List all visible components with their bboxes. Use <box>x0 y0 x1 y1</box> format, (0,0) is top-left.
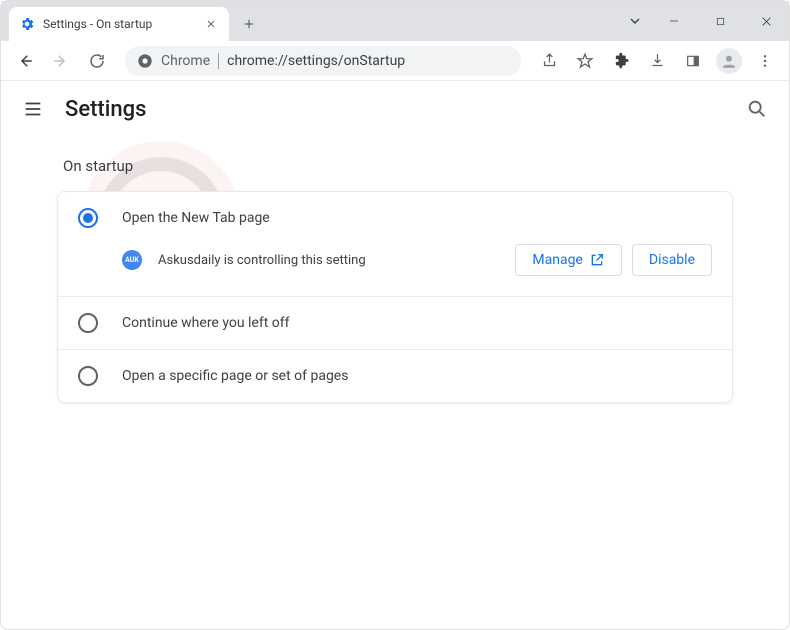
extension-notice-row: AUK Askusdaily is controlling this setti… <box>58 244 732 296</box>
settings-header: Settings <box>1 81 789 137</box>
radio-icon <box>78 366 98 386</box>
back-button[interactable] <box>9 45 41 77</box>
radio-specific-page[interactable]: Open a specific page or set of pages <box>58 350 732 402</box>
extensions-icon[interactable] <box>605 45 637 77</box>
radio-icon <box>78 313 98 333</box>
share-icon[interactable] <box>533 45 565 77</box>
disable-button[interactable]: Disable <box>632 244 712 276</box>
open-external-icon <box>589 252 605 268</box>
url-prefix: Chrome <box>161 53 210 69</box>
manage-button[interactable]: Manage <box>515 244 621 276</box>
browser-toolbar: Chrome chrome://settings/onStartup <box>1 41 789 81</box>
radio-label: Open the New Tab page <box>122 210 270 226</box>
page-title: Settings <box>65 97 146 122</box>
forward-button[interactable] <box>45 45 77 77</box>
maximize-button[interactable] <box>697 5 743 37</box>
radio-icon <box>78 208 98 228</box>
hamburger-icon[interactable] <box>21 97 45 121</box>
reload-button[interactable] <box>81 45 113 77</box>
tab-strip: Settings - On startup <box>1 1 789 41</box>
url-text: chrome://settings/onStartup <box>227 53 405 69</box>
profile-avatar[interactable] <box>713 45 745 77</box>
gear-icon <box>19 16 35 32</box>
section-title: On startup <box>57 157 733 175</box>
menu-icon[interactable] <box>749 45 781 77</box>
radio-label: Continue where you left off <box>122 315 290 331</box>
extension-icon: AUK <box>122 250 142 270</box>
close-icon[interactable] <box>203 16 219 32</box>
url-divider <box>218 53 219 69</box>
radio-open-new-tab[interactable]: Open the New Tab page <box>58 192 732 244</box>
tab-title: Settings - On startup <box>43 17 152 31</box>
download-icon[interactable] <box>641 45 673 77</box>
radio-continue[interactable]: Continue where you left off <box>58 297 732 349</box>
close-window-button[interactable] <box>743 5 789 37</box>
minimize-button[interactable] <box>651 5 697 37</box>
startup-card: Open the New Tab page AUK Askusdaily is … <box>57 191 733 403</box>
tab-search-button[interactable] <box>619 5 651 37</box>
radio-label: Open a specific page or set of pages <box>122 368 348 384</box>
address-bar[interactable]: Chrome chrome://settings/onStartup <box>125 46 521 76</box>
chrome-icon <box>137 53 153 69</box>
browser-tab[interactable]: Settings - On startup <box>9 7 229 41</box>
search-icon[interactable] <box>745 97 769 121</box>
new-tab-button[interactable] <box>235 10 263 38</box>
star-icon[interactable] <box>569 45 601 77</box>
extension-notice-text: Askusdaily is controlling this setting <box>158 253 366 268</box>
sidepanel-icon[interactable] <box>677 45 709 77</box>
